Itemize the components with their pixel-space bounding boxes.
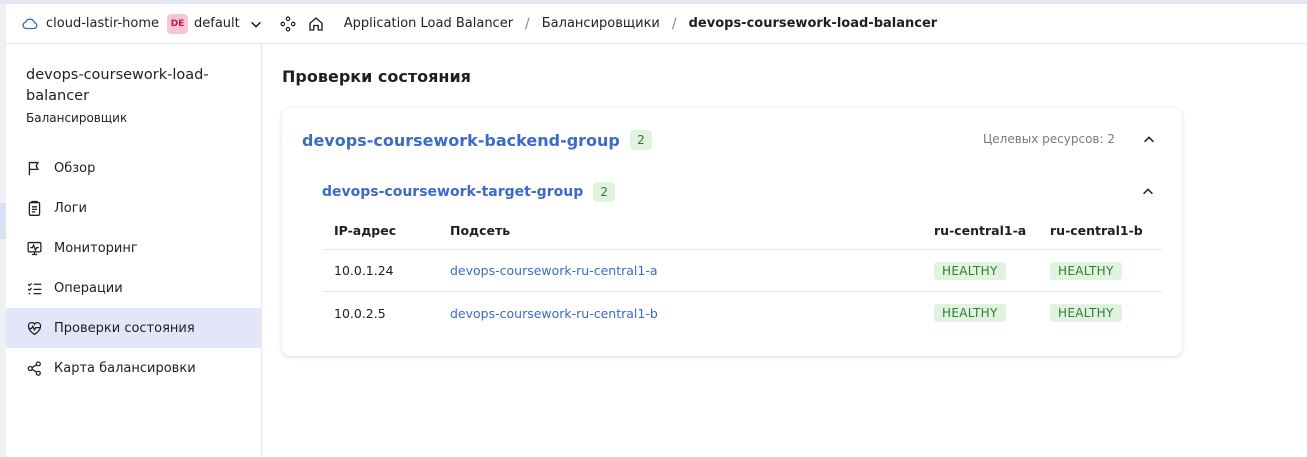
table-row: 10.0.2.5 devops-coursework-ru-central1-b… xyxy=(322,292,1162,334)
cloud-icon xyxy=(22,18,38,29)
subnet-link[interactable]: devops-coursework-ru-central1-b xyxy=(450,306,658,321)
target-group-count-badge: 2 xyxy=(593,182,616,202)
sidebar-item-label: Проверки состояния xyxy=(54,320,195,336)
main-content: Проверки состояния devops-coursework-bac… xyxy=(262,44,1307,457)
column-header-zone-a: ru-central1-a xyxy=(934,222,1027,238)
ip-address: 10.0.1.24 xyxy=(334,263,394,278)
folder-name[interactable]: default xyxy=(194,16,240,31)
flag-icon xyxy=(28,161,39,175)
chevron-up-icon[interactable] xyxy=(1142,133,1156,147)
target-group-link[interactable]: devops-coursework-target-group xyxy=(322,184,583,200)
logs-icon xyxy=(28,200,41,216)
map-icon xyxy=(27,360,41,376)
sidebar-item-label: Операции xyxy=(54,280,123,296)
column-header-subnet: Подсеть xyxy=(450,222,511,238)
column-header-zone-b: ru-central1-b xyxy=(1050,222,1143,238)
status-badge: HEALTHY xyxy=(934,261,1006,280)
monitoring-icon xyxy=(27,241,42,255)
status-badge: HEALTHY xyxy=(1050,304,1122,322)
target-group-header[interactable]: devops-coursework-target-group 2 xyxy=(322,181,616,203)
sidebar-item-logs[interactable]: Логи xyxy=(6,188,261,228)
table-row: 10.0.1.24 devops-coursework-ru-central1-… xyxy=(322,250,1162,292)
sidebar-item-label: Обзор xyxy=(54,160,96,176)
sidebar-item-label: Карта балансировки xyxy=(54,360,196,376)
status-badge: HEALTHY xyxy=(934,304,1006,322)
sidebar-item-monitoring[interactable]: Мониторинг xyxy=(6,228,261,268)
operations-icon xyxy=(27,282,42,294)
page-title: Проверки состояния xyxy=(282,67,471,86)
resource-title: devops-coursework-load-balancer xyxy=(26,67,209,104)
cloud-selector[interactable]: cloud-lastir-home xyxy=(21,15,159,33)
breadcrumb-separator: / xyxy=(671,15,677,32)
sidebar-nav: Обзор Логи Мониторинг Операции Проверки … xyxy=(6,148,261,388)
sidebar-item-balancing-map[interactable]: Карта балансировки xyxy=(6,348,261,388)
heartbeat-icon xyxy=(27,321,42,335)
sidebar-item-health-checks[interactable]: Проверки состояния xyxy=(6,308,261,348)
breadcrumb-alb[interactable]: Application Load Balancer xyxy=(344,16,513,31)
sidebar: devops-coursework-load-balancer Балансир… xyxy=(6,44,262,457)
breadcrumb-balancers[interactable]: Балансировщики xyxy=(542,16,660,31)
backend-group-header[interactable]: devops-coursework-backend-group 2 Целевы… xyxy=(302,128,1162,152)
breadcrumb-current: devops-coursework-load-balancer xyxy=(688,16,938,31)
services-hub-icon[interactable] xyxy=(279,15,297,33)
cloud-name: cloud-lastir-home xyxy=(46,16,160,31)
targets-table: IP-адрес Подсеть ru-central1-a ru-centra… xyxy=(322,211,1162,334)
backend-group-count-badge: 2 xyxy=(629,130,652,150)
chevron-down-icon[interactable] xyxy=(249,17,263,31)
ip-address: 10.0.2.5 xyxy=(334,305,386,321)
subnet-link[interactable]: devops-coursework-ru-central1-a xyxy=(450,263,658,278)
table-header: IP-адрес Подсеть ru-central1-a ru-centra… xyxy=(322,211,1162,250)
target-resources-count: Целевых ресурсов: 2 xyxy=(982,132,1115,146)
sidebar-item-operations[interactable]: Операции xyxy=(6,268,261,308)
breadcrumb: Application Load Balancer / Балансировщи… xyxy=(344,16,937,32)
resource-type: Балансировщик xyxy=(26,111,128,125)
home-icon[interactable] xyxy=(307,15,325,33)
top-header: cloud-lastir-home DE default Application… xyxy=(6,4,1307,44)
column-header-ip: IP-адрес xyxy=(334,222,397,238)
sidebar-item-label: Мониторинг xyxy=(54,240,138,256)
sidebar-item-label: Логи xyxy=(54,200,88,216)
backend-group-link[interactable]: devops-coursework-backend-group xyxy=(302,131,620,150)
status-badge: HEALTHY xyxy=(1050,261,1122,280)
sidebar-item-overview[interactable]: Обзор xyxy=(6,148,261,188)
breadcrumb-separator: / xyxy=(525,15,530,32)
folder-badge: DE xyxy=(167,13,189,34)
chevron-up-icon[interactable] xyxy=(1141,185,1155,199)
backend-group-card: devops-coursework-backend-group 2 Целевы… xyxy=(282,108,1182,356)
